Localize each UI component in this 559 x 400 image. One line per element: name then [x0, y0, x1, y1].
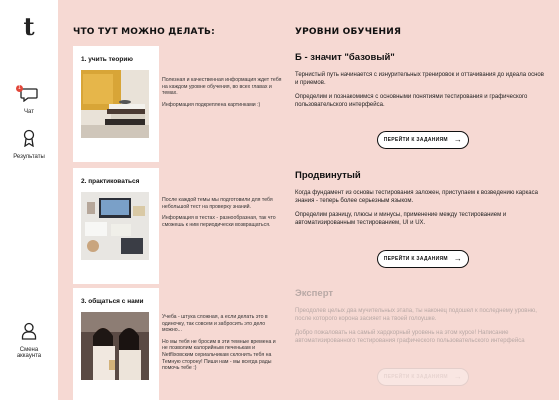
level-title: Б - значит "базовый": [295, 52, 395, 63]
card-title: 3. общаться с нами: [81, 298, 144, 305]
card-paragraph: Информация подкреплена картинками :): [162, 101, 261, 108]
arrow-right-icon: →: [453, 135, 463, 144]
level-description: Тернистый путь начинается с изнурительны…: [295, 71, 545, 109]
award-ribbon-icon: [23, 129, 35, 148]
activity-card-theory: 1. учить теорию: [73, 46, 159, 162]
people-image: [81, 312, 149, 380]
books-image: [81, 70, 149, 138]
go-to-tasks-button-basic[interactable]: ПЕРЕЙТИ К ЗАДАНИЯМ →: [377, 131, 469, 149]
arrow-right-icon: →: [453, 372, 463, 381]
level-title: Эксперт: [295, 288, 334, 299]
levels-title: УРОВНИ ОБУЧЕНИЯ: [295, 27, 402, 37]
card-paragraph: После каждой темы мы подготовили для теб…: [162, 197, 273, 210]
card-title: 1. учить теорию: [81, 56, 133, 63]
card-text-communicate: Учеба - штука сложная, а если делать это…: [162, 314, 282, 377]
card-text-theory: Полезная и качественная информация ждет …: [162, 77, 282, 113]
go-to-tasks-button-advanced[interactable]: ПЕРЕЙТИ К ЗАДАНИЯМ →: [377, 250, 469, 268]
sidebar-item-chat[interactable]: 1 Чат: [0, 85, 58, 115]
level-paragraph: Преодолев целых два мучительных этапа, т…: [295, 308, 537, 322]
level-description: Преодолев целых два мучительных этапа, т…: [295, 307, 545, 345]
card-paragraph: Полезная и качественная информация ждет …: [162, 77, 282, 97]
level-title: Продвинутый: [295, 170, 361, 181]
level-paragraph: Тернистый путь начинается с изнурительны…: [295, 72, 544, 86]
level-paragraph: Определим разницу, плюсы и минусы, приме…: [295, 212, 507, 226]
card-paragraph: Но мы тебя не бросим в эти темные времен…: [162, 338, 276, 372]
sidebar-item-account[interactable]: Смена аккаунта: [0, 322, 58, 359]
button-label: ПЕРЕЙТИ К ЗАДАНИЯМ: [383, 137, 448, 143]
logo[interactable]: t: [0, 12, 58, 41]
workspace-image: [81, 192, 149, 260]
go-to-tasks-button-expert: ПЕРЕЙТИ К ЗАДАНИЯМ →: [377, 368, 469, 386]
sidebar: t 1 Чат Результаты Смена аккаунта: [0, 0, 58, 400]
level-basic: Б - значит "базовый" Тернистый путь начи…: [295, 52, 545, 115]
level-description: Когда фундамент из основы тестирования з…: [295, 189, 545, 227]
card-title: 2. практиковаться: [81, 178, 140, 185]
sidebar-item-label: Чат: [24, 109, 34, 115]
sidebar-item-label: Смена аккаунта: [16, 347, 42, 359]
card-paragraph: Информация в тестах - разнообразная, так…: [162, 215, 276, 228]
level-paragraph: Когда фундамент из основы тестирования з…: [295, 190, 538, 204]
user-icon: [21, 322, 37, 340]
level-expert: Эксперт Преодолев целых два мучительных …: [295, 288, 545, 351]
button-label: ПЕРЕЙТИ К ЗАДАНИЯМ: [383, 374, 448, 380]
level-paragraph: Добро пожаловать на самый хардкорный уро…: [295, 330, 525, 344]
sidebar-item-label: Результаты: [13, 154, 45, 160]
level-advanced: Продвинутый Когда фундамент из основы те…: [295, 170, 545, 233]
level-paragraph: Определим и познакомимся с основными пон…: [295, 94, 528, 108]
button-label: ПЕРЕЙТИ К ЗАДАНИЯМ: [383, 256, 448, 262]
sidebar-item-results[interactable]: Результаты: [0, 129, 58, 160]
card-text-practice: После каждой темы мы подготовили для теб…: [162, 197, 282, 233]
activities-title: ЧТО ТУТ МОЖНО ДЕЛАТЬ:: [73, 27, 215, 37]
card-paragraph: Учеба - штука сложная, а если делать это…: [162, 314, 268, 334]
arrow-right-icon: →: [453, 254, 463, 263]
activity-card-communicate: 3. общаться с нами: [73, 288, 159, 400]
activity-card-practice: 2. практиковаться: [73, 168, 159, 284]
chat-badge: 1: [16, 85, 23, 92]
